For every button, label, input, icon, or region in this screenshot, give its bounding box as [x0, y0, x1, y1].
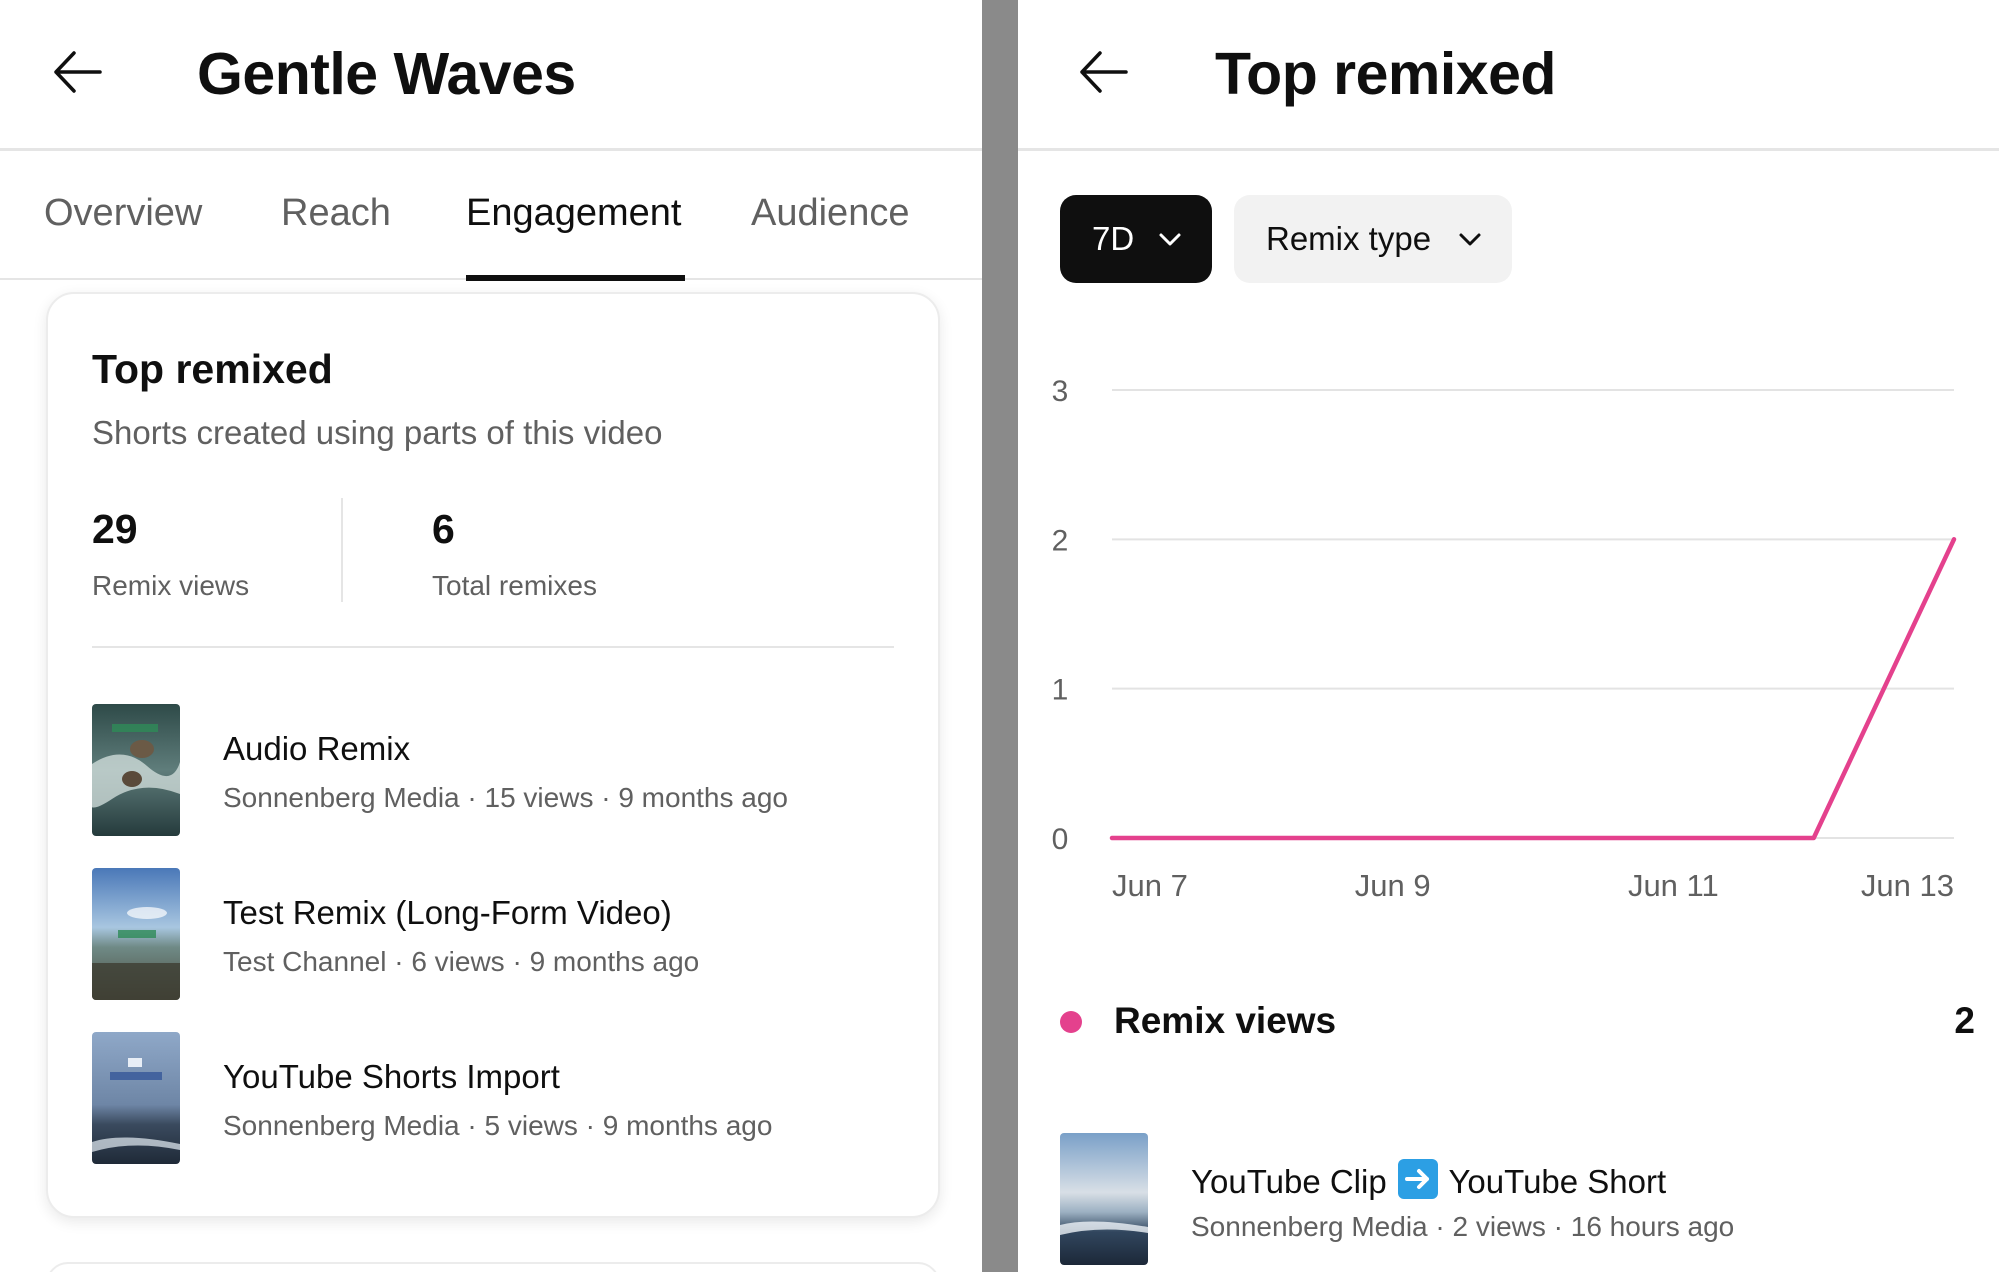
total-remixes-value: 6: [432, 506, 455, 552]
item-title: Test Remix (Long-Form Video): [223, 894, 672, 931]
legend-series-name: Remix views: [1114, 1000, 1337, 1041]
remix-type-dropdown[interactable]: Remix type: [1234, 195, 1512, 283]
x-tick-label: Jun 7: [1112, 868, 1188, 903]
list-item[interactable]: Audio Remix Sonnenberg Media · 15 views …: [92, 704, 892, 836]
remix-views-line-chart: 0 1 2 3 Jun 7 Jun 9 Jun 11 Jun 13: [1052, 375, 1957, 903]
back-button[interactable]: [46, 40, 110, 104]
tab-audience[interactable]: Audience: [751, 192, 909, 235]
item-title-target: YouTube Short: [1448, 1163, 1667, 1200]
top-remixed-detail-panel: Top remixed 7D Remix type 0 1 2 3 Jun 7 Jun 9…: [1018, 0, 1999, 1272]
legend-total: 2: [1954, 1000, 1975, 1041]
list-item[interactable]: YouTube Shorts Import Sonnenberg Media ·…: [92, 1032, 892, 1164]
top-remixed-card[interactable]: Top remixed Shorts created using parts o…: [46, 292, 940, 1218]
chart-legend: Remix views 2: [1060, 995, 1975, 1055]
tab-reach[interactable]: Reach: [281, 192, 391, 235]
card-divider: [92, 646, 894, 648]
tab-engagement[interactable]: Engagement: [466, 192, 682, 235]
header-divider: [1018, 148, 1999, 151]
date-range-dropdown[interactable]: 7D: [1060, 195, 1212, 283]
video-thumbnail: [1060, 1133, 1148, 1265]
item-title: YouTube Shorts Import: [223, 1058, 560, 1095]
next-card: [46, 1262, 940, 1272]
tab-overview[interactable]: Overview: [44, 192, 202, 235]
x-tick-label: Jun 9: [1355, 868, 1431, 903]
back-button[interactable]: [1072, 40, 1136, 104]
video-thumbnail: [92, 704, 180, 836]
list-item[interactable]: YouTube Clip YouTube Short Sonnenberg Me…: [1060, 1133, 1960, 1265]
y-tick-label: 2: [1052, 524, 1069, 557]
item-meta: Test Channel · 6 views · 9 months ago: [223, 946, 700, 977]
page-title: Top remixed: [1215, 41, 1556, 107]
x-tick-label: Jun 13: [1861, 868, 1954, 903]
active-tab-indicator: [466, 275, 685, 281]
card-title: Top remixed: [92, 346, 333, 392]
date-range-label: 7D: [1092, 220, 1135, 257]
panel-divider: [982, 0, 1018, 1272]
chevron-down-icon: [1459, 233, 1481, 246]
header-divider: [0, 148, 982, 151]
item-title: YouTube Clip YouTube Short: [1191, 1159, 1666, 1201]
remix-views-value: 29: [92, 506, 138, 552]
y-tick-label: 1: [1052, 674, 1069, 707]
item-meta: Sonnenberg Media · 2 views · 16 hours ag…: [1191, 1211, 1735, 1242]
item-title: Audio Remix: [223, 730, 411, 767]
item-title-source: YouTube Clip: [1191, 1163, 1387, 1200]
video-thumbnail: [92, 868, 180, 1000]
remix-type-label: Remix type: [1266, 220, 1432, 257]
item-meta: Sonnenberg Media · 15 views · 9 months a…: [223, 782, 788, 813]
arrow-left-icon: [54, 51, 102, 93]
right-arrow-emoji-icon: [1397, 1159, 1438, 1199]
arrow-left-icon: [1080, 51, 1128, 93]
video-analytics-panel: Gentle Waves Overview Reach Engagement A…: [0, 0, 982, 1272]
chevron-down-icon: [1159, 233, 1181, 246]
y-tick-label: 3: [1052, 375, 1069, 408]
total-remixes-label: Total remixes: [432, 570, 597, 601]
x-tick-label: Jun 11: [1628, 868, 1719, 903]
list-item[interactable]: Test Remix (Long-Form Video) Test Channe…: [92, 868, 892, 1000]
video-thumbnail: [92, 1032, 180, 1164]
legend-dot: [1060, 1011, 1082, 1033]
remix-views-label: Remix views: [92, 570, 250, 601]
metric-divider: [341, 498, 343, 602]
item-meta: Sonnenberg Media · 5 views · 9 months ag…: [223, 1110, 773, 1141]
page-title: Gentle Waves: [197, 41, 576, 107]
card-subtitle: Shorts created using parts of this video: [92, 414, 663, 451]
y-tick-label: 0: [1052, 823, 1069, 856]
